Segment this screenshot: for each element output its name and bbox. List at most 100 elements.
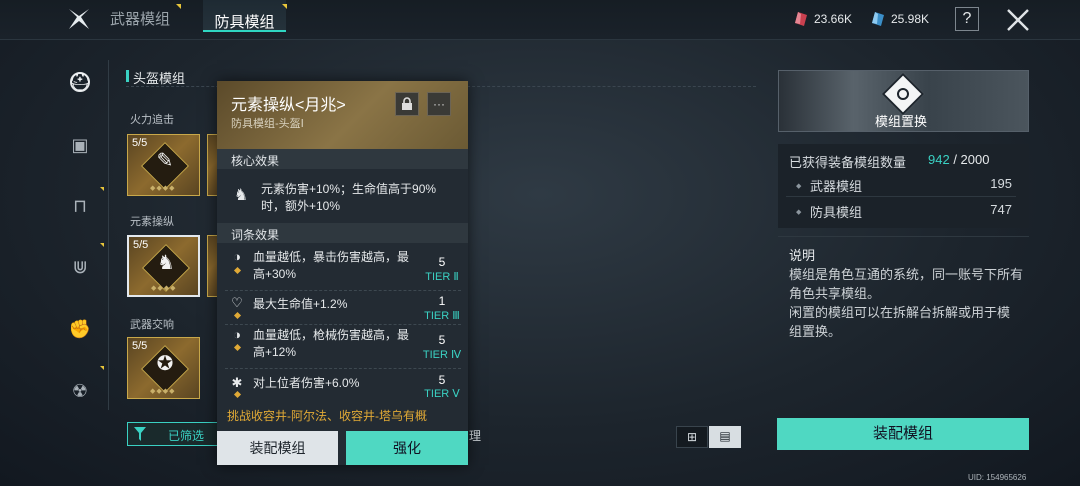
affix-text: 血量越低，枪械伤害越高，最高+12% — [253, 328, 410, 359]
uid-label: UID: 154965626 — [968, 473, 1027, 482]
weapon-mod-value: 195 — [990, 176, 1012, 191]
gun-icon: ◑ — [233, 327, 241, 342]
mod-detail-popup: 元素操纵<月兆> 防具模组-头盔Ⅰ ··· 核心效果 ♞ 元素伤害+10%；生命… — [217, 81, 468, 465]
armor-mod-value: 747 — [990, 202, 1012, 217]
bullet-icon: ◆ — [796, 183, 802, 190]
core-effect-header: 核心效果 — [217, 149, 468, 169]
affix-rarity-dot — [233, 311, 242, 320]
swap-icon — [881, 72, 925, 116]
section-label: 武器交响 — [130, 319, 174, 331]
element-control-icon: ♞ — [157, 252, 175, 274]
mod-slot[interactable]: 5/5 ✎ ◆◆◆◆ — [127, 134, 200, 196]
category-bar — [126, 70, 129, 82]
affix-tier: TIER Ⅳ — [422, 349, 462, 361]
affix-effect-header: 词条效果 — [217, 223, 468, 243]
blue-crystal-icon — [872, 12, 884, 26]
affix-level: 5 — [438, 333, 446, 347]
close-icon[interactable] — [1006, 8, 1030, 32]
boots-icon[interactable]: ⋓ — [67, 254, 93, 280]
affix-text: 血量越低，暴击伤害越高，最高+30% — [253, 250, 410, 281]
game-logo-icon — [68, 8, 90, 30]
mod-title: 元素操纵<月兆> — [231, 97, 346, 114]
desc-line: 角色共享模组。 — [789, 286, 881, 301]
weapon-symphony-icon: ✪ — [156, 353, 174, 375]
red-crystal-icon — [795, 12, 807, 26]
affix-tier: TIER Ⅱ — [425, 271, 459, 283]
filter-button[interactable]: 已筛选 — [127, 422, 219, 446]
lock-icon[interactable] — [395, 92, 419, 116]
weapon-mod-label: 武器模组 — [810, 179, 863, 194]
affix-tier: TIER Ⅲ — [424, 310, 460, 322]
affix-divider — [225, 368, 461, 369]
mod-slot-selected[interactable]: 5/5 ♞ ◆◆◆◆ — [127, 235, 200, 297]
source-text: 挑战收容井-阿尔法、收容井-塔乌有概 — [227, 409, 427, 423]
grid-view-icon[interactable]: ⊞ — [676, 426, 708, 448]
tab-armor-mods[interactable]: 防具模组 — [203, 0, 286, 32]
bullet-icon: ◆ — [796, 209, 802, 216]
popup-header: 元素操纵<月兆> 防具模组-头盔Ⅰ ··· — [217, 81, 468, 149]
desc-line: 组置换。 — [789, 324, 842, 339]
gloves-icon[interactable]: ✊ — [67, 316, 93, 342]
side-nav-divider — [108, 60, 109, 410]
affix-level: 5 — [438, 373, 446, 387]
affix-rarity-dot — [233, 390, 242, 399]
chest-armor-icon[interactable]: ▣ — [67, 132, 93, 158]
affix-text: 对上位者伤害+6.0% — [253, 376, 360, 390]
helmet-icon[interactable]: ⛑ — [67, 69, 93, 95]
obtained-separator: / — [949, 152, 961, 167]
obtained-count: 942 / 2000 — [928, 152, 989, 167]
affix-tier: TIER Ⅴ — [424, 388, 460, 400]
affix-text: 最大生命值+1.2% — [253, 297, 348, 311]
section-label: 火力追击 — [130, 114, 174, 126]
desc-title: 说明 — [789, 248, 816, 263]
list-view-icon[interactable]: ▤ — [709, 426, 741, 448]
mod-slot[interactable]: 5/5 ✪ ◆◆◆◆ — [127, 337, 200, 399]
section-label: 元素操纵 — [130, 216, 174, 228]
affix-level: 1 — [438, 294, 446, 308]
mod-count: 5/5 — [132, 137, 148, 149]
row-divider — [786, 196, 1016, 197]
desc-divider — [778, 236, 1029, 237]
boss-icon: ✱ — [231, 375, 243, 390]
new-badge-icon — [282, 4, 287, 9]
affix-divider — [225, 324, 461, 325]
obtained-label: 已获得装备模组数量 — [789, 155, 907, 170]
desc-line: 模组是角色互通的系统，同一账号下所有 — [789, 267, 1024, 282]
affix-level: 5 — [438, 255, 446, 269]
mod-subtitle: 防具模组-头盔Ⅰ — [231, 118, 304, 130]
banner-label: 模组置换 — [875, 114, 928, 129]
popup-equip-button[interactable]: 装配模组 — [217, 431, 338, 465]
armor-mod-label: 防具模组 — [810, 205, 863, 220]
obtained-current: 942 — [928, 152, 950, 167]
mod-exchange-banner[interactable]: 模组置换 — [778, 70, 1029, 132]
affix-rarity-dot — [233, 266, 242, 275]
help-button[interactable]: ? — [955, 7, 979, 31]
equip-mod-button[interactable]: 装配模组 — [777, 418, 1029, 450]
new-badge-icon — [100, 243, 104, 247]
sort-label[interactable]: 理 — [469, 427, 481, 444]
tab-weapon-mods[interactable]: 武器模组 — [110, 8, 170, 29]
new-badge-icon — [100, 187, 104, 191]
new-badge-icon — [176, 4, 181, 9]
filter-icon — [134, 427, 146, 441]
core-effect-text: 元素伤害+10%；生命值高于90%时，额外+10% — [261, 182, 437, 213]
mod-count: 5/5 — [133, 239, 149, 251]
affix-rarity-dot — [233, 343, 242, 352]
desc-line: 闲置的模组可以在拆解台拆解或用于模 — [789, 305, 1011, 320]
affix-divider — [225, 290, 461, 291]
crit-icon: ◑ — [233, 249, 241, 264]
category-title: 头盔模组 — [133, 71, 186, 86]
red-crystal-count: 23.66K — [814, 12, 853, 26]
leg-armor-icon[interactable]: ⊓ — [67, 193, 93, 219]
filter-label: 已筛选 — [168, 429, 205, 443]
blue-crystal-count: 25.98K — [891, 12, 930, 26]
mod-count: 5/5 — [132, 340, 148, 352]
core-effect-icon: ♞ — [233, 187, 249, 204]
new-badge-icon — [100, 366, 104, 370]
popup-enhance-button[interactable]: 强化 — [346, 431, 468, 465]
mask-icon[interactable]: ☢ — [67, 378, 93, 404]
obtained-max: 2000 — [960, 152, 990, 167]
fire-pursuit-icon: ✎ — [156, 150, 174, 172]
more-button[interactable]: ··· — [427, 92, 451, 116]
heart-icon: ♡ — [231, 295, 243, 310]
